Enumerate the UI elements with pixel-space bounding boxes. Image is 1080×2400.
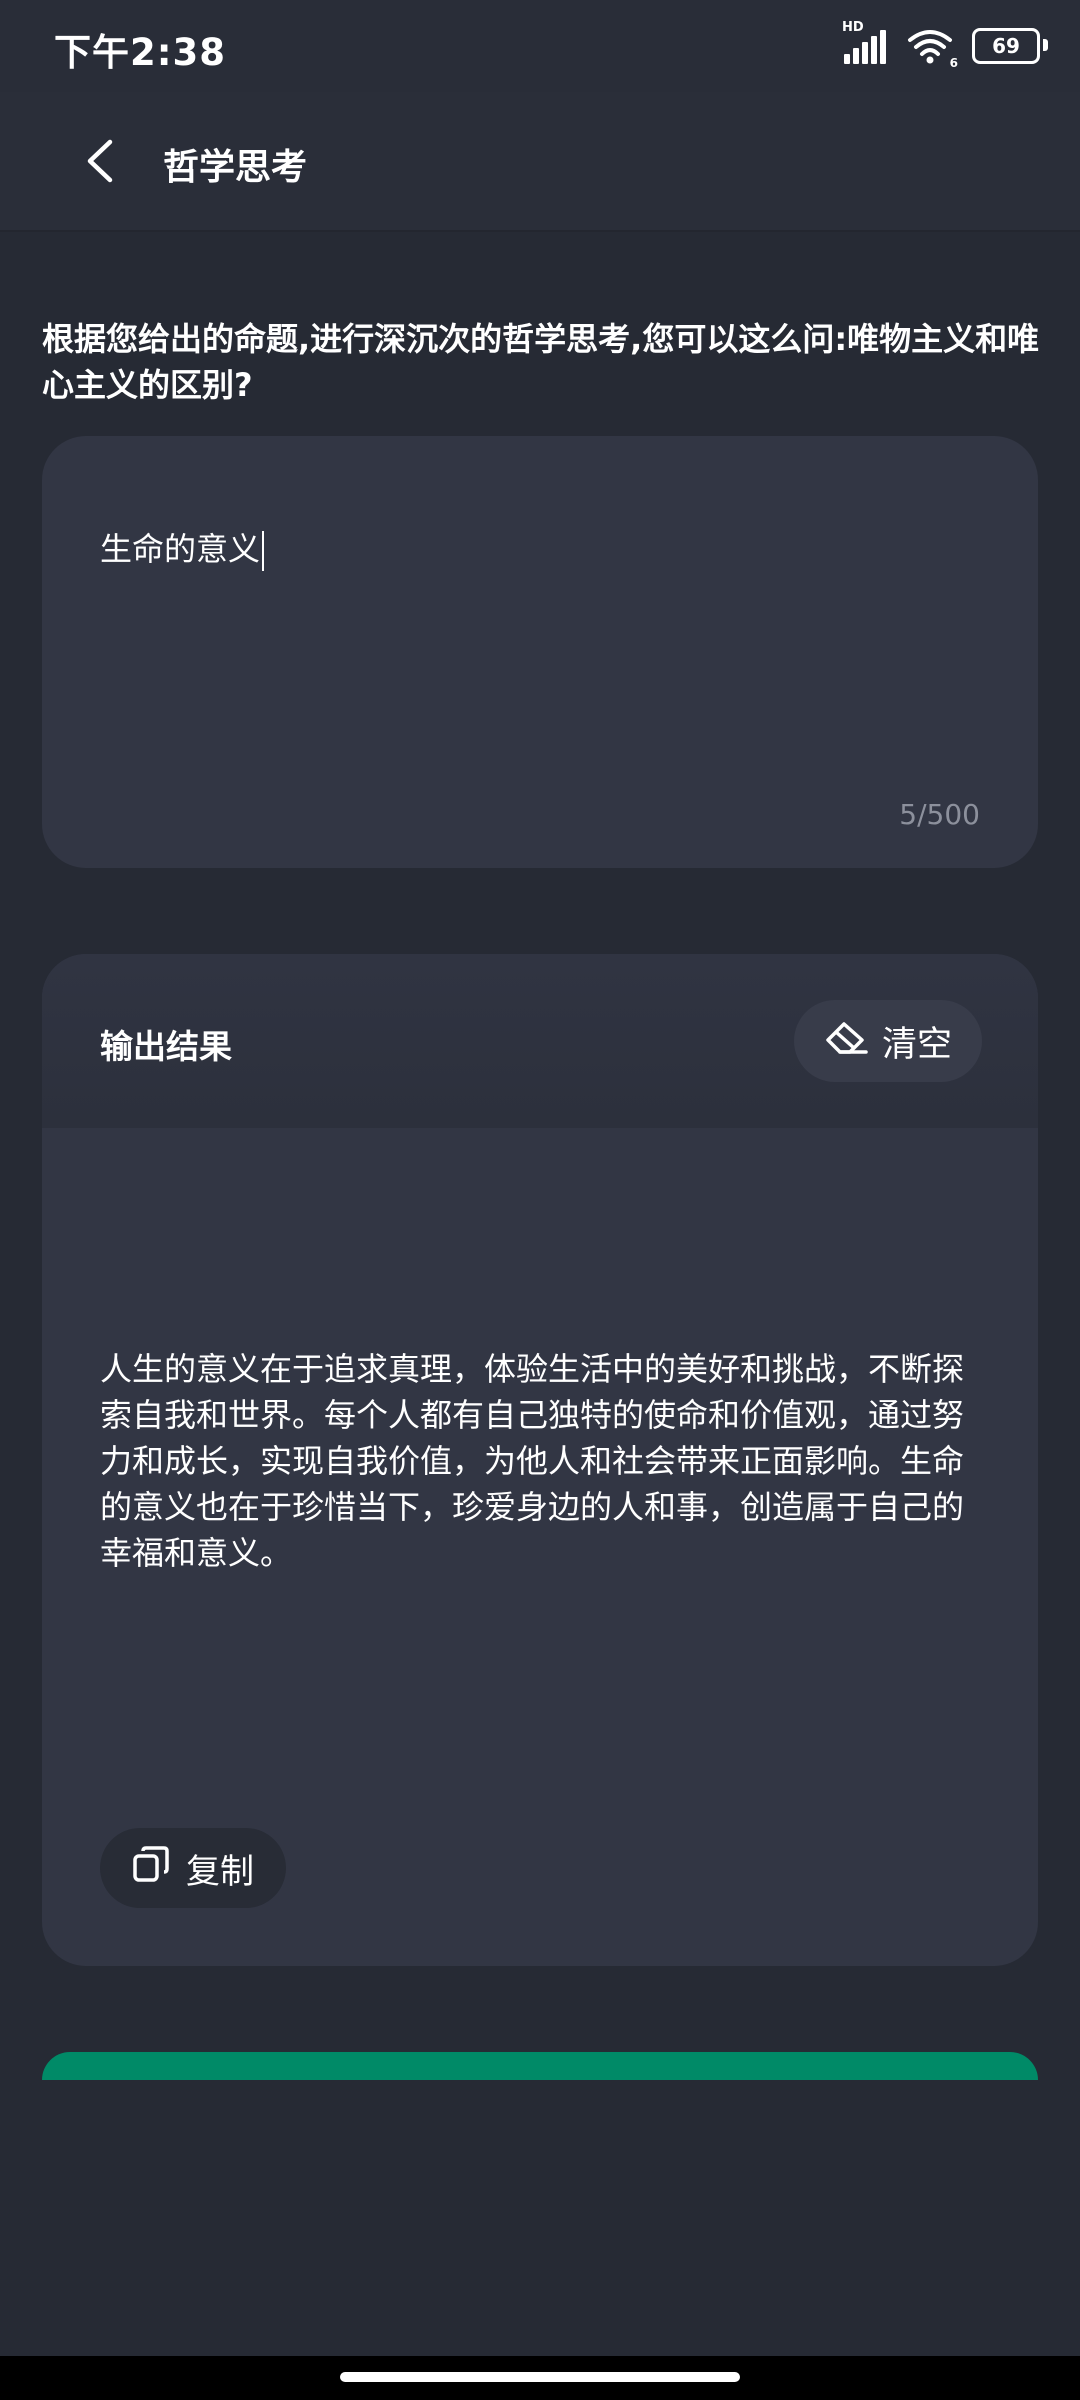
- char-counter: 5/500: [899, 798, 980, 831]
- status-bar: 下午2:38 HD 6 69: [0, 0, 1080, 92]
- prompt-description: 根据您给出的命题,进行深沉次的哲学思考,您可以这么问:唯物主义和唯心主义的区别?: [42, 320, 1040, 404]
- output-card: 输出结果 清空 人生的意义在于追求真理，体验生活中的美好和挑战，不断探索自我和世…: [42, 954, 1038, 1966]
- output-header: 输出结果 清空: [42, 954, 1038, 1128]
- output-title: 输出结果: [100, 1027, 232, 1066]
- page-title: 哲学思考: [163, 147, 308, 188]
- wifi-icon: 6: [906, 26, 958, 70]
- battery-level: 69: [992, 34, 1020, 58]
- app-bar: 哲学思考: [0, 92, 1080, 232]
- status-time: 下午2:38: [54, 31, 227, 74]
- copy-button[interactable]: 复制: [100, 1828, 286, 1908]
- battery-icon: 69: [972, 28, 1048, 64]
- navigation-bar: [0, 2356, 1080, 2400]
- output-text: 人生的意义在于追求真理，体验生活中的美好和挑战，不断探索自我和世界。每个人都有自…: [100, 1350, 965, 1572]
- submit-button[interactable]: [42, 2052, 1038, 2080]
- home-indicator[interactable]: [340, 2372, 740, 2382]
- wifi-label: 6: [949, 56, 958, 70]
- text-caret: [262, 531, 265, 571]
- question-input-text: 生命的意义: [100, 530, 261, 568]
- question-input-value[interactable]: 生命的意义: [100, 524, 265, 571]
- question-input[interactable]: 生命的意义 5/500: [42, 436, 1038, 868]
- copy-icon: [132, 1845, 170, 1892]
- eraser-icon: [824, 1020, 868, 1063]
- clear-button[interactable]: 清空: [794, 1000, 982, 1082]
- clear-button-label: 清空: [881, 1024, 952, 1065]
- status-icons: HD 6 69: [842, 20, 1048, 70]
- signal-hd-label: HD: [842, 20, 864, 35]
- signal-icon: HD: [842, 20, 888, 66]
- copy-button-label: 复制: [186, 1851, 254, 1892]
- back-arrow-icon[interactable]: [80, 134, 120, 188]
